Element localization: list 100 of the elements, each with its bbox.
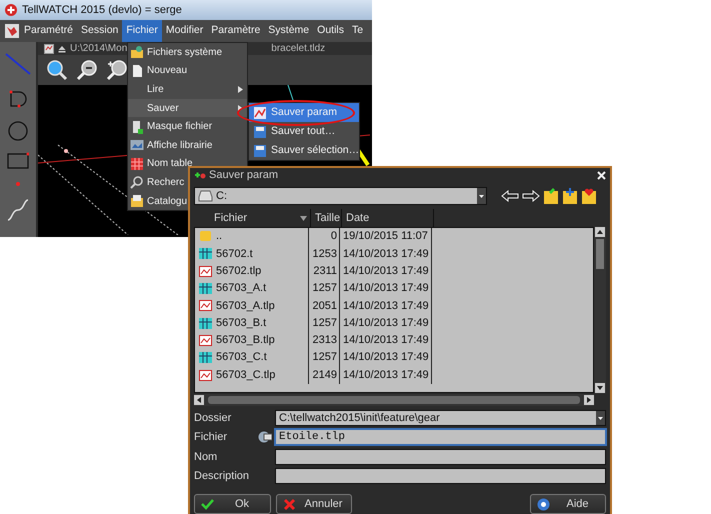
- drive-icon: [198, 190, 213, 202]
- folder-dropdown[interactable]: C:\tellwatch2015\init\feature\gear: [275, 410, 606, 426]
- menu-item[interactable]: Fichiers système: [128, 43, 247, 62]
- table-cell: 14/10/2013 17:49: [340, 332, 432, 350]
- table-file-icon: [198, 350, 213, 366]
- menu-item[interactable]: Paramètre: [207, 20, 264, 42]
- new-folder-icon[interactable]: [562, 187, 578, 205]
- chart-file-icon: [198, 332, 213, 348]
- table-cell: 14/10/2013 17:49: [340, 262, 432, 280]
- file-mask-icon: [130, 120, 144, 134]
- ok-button[interactable]: Ok: [194, 494, 271, 514]
- table-cell: 1257: [309, 314, 340, 332]
- help-button[interactable]: Aide: [530, 494, 606, 514]
- circle-tool-icon[interactable]: [7, 120, 29, 142]
- table-cell[interactable]: 56703_A.tlp: [195, 297, 309, 314]
- close-icon[interactable]: [597, 170, 606, 180]
- chart-file-icon: [198, 368, 213, 383]
- scroll-left-icon[interactable]: [194, 395, 204, 405]
- field-label: Dossier: [194, 410, 232, 426]
- menu-item[interactable]: Sauver: [128, 98, 247, 118]
- table-cell: 2313: [309, 332, 340, 350]
- table-cell[interactable]: 56702.t: [195, 245, 309, 263]
- menu-item[interactable]: Sauver sélection…: [249, 141, 359, 160]
- eject-icon[interactable]: [58, 44, 66, 52]
- cross-icon: [283, 498, 296, 510]
- menu-item[interactable]: Fichier: [122, 20, 162, 42]
- table-cell: 14/10/2013 17:49: [340, 245, 432, 263]
- document-name: bracelet.tldz: [271, 42, 326, 56]
- table-file-icon: [198, 316, 213, 331]
- table-file-icon: [198, 281, 213, 296]
- dialog-title: Sauver param: [209, 168, 278, 183]
- favorite-folder-icon[interactable]: [581, 187, 597, 205]
- zoom-out-icon[interactable]: [76, 59, 98, 81]
- table-file-icon: [198, 246, 213, 262]
- table-cell[interactable]: 56702.tlp: [195, 262, 309, 280]
- table-cell: 2149: [309, 366, 340, 384]
- save-icon: [253, 124, 267, 138]
- horizontal-scrollbar[interactable]: [194, 394, 594, 406]
- menu-item[interactable]: Paramétré: [20, 20, 78, 42]
- menu-item[interactable]: Sauver tout…: [249, 122, 359, 141]
- zoom-icon[interactable]: [46, 59, 68, 81]
- scroll-thumb[interactable]: [596, 239, 604, 269]
- arc-tool-icon[interactable]: [7, 88, 29, 110]
- table-cell: 1257: [309, 349, 340, 366]
- menu-item[interactable]: Système: [264, 20, 314, 42]
- menu-item[interactable]: Sauver param: [249, 103, 359, 122]
- new-document-icon: [130, 64, 144, 78]
- chart-file-icon: [198, 264, 213, 279]
- menu-item[interactable]: Masque fichier: [128, 117, 247, 136]
- table-cell[interactable]: 56703_C.tlp: [195, 366, 309, 384]
- save-parameters-icon: [253, 106, 267, 120]
- sort-arrow-icon: [300, 216, 307, 220]
- table-cell: 19/10/2015 11:07: [340, 228, 432, 246]
- menu-item[interactable]: Nouveau: [128, 62, 247, 80]
- check-icon: [201, 498, 214, 510]
- table-cell: 14/10/2013 17:49: [340, 297, 432, 314]
- drive-dropdown[interactable]: C:: [194, 187, 487, 205]
- search-icon: [130, 175, 144, 190]
- folder-icon[interactable]: [543, 187, 559, 205]
- scroll-up-icon[interactable]: [595, 227, 605, 237]
- curve-tool-icon[interactable]: [6, 198, 30, 222]
- menu-item[interactable]: Session: [77, 20, 122, 42]
- chart-file-icon: [198, 298, 213, 314]
- input-field[interactable]: [275, 468, 606, 484]
- menu-item[interactable]: Lire: [128, 80, 247, 99]
- table-cell[interactable]: 56703_B.t: [195, 314, 309, 332]
- back-arrow-icon[interactable]: [501, 190, 519, 202]
- menu-item[interactable]: Te: [348, 20, 368, 42]
- scroll-right-icon[interactable]: [584, 395, 594, 405]
- drive-label: C:: [216, 188, 227, 204]
- input-field[interactable]: [275, 448, 606, 465]
- table-icon: [130, 156, 144, 171]
- menu-item[interactable]: Outils: [313, 20, 348, 42]
- field-label: Nom: [194, 450, 218, 464]
- table-cell: 14/10/2013 17:49: [340, 349, 432, 366]
- table-cell[interactable]: 56703_B.tlp: [195, 332, 309, 350]
- column-header-label: Fichier: [213, 210, 248, 226]
- table-cell: 2311: [309, 262, 340, 280]
- window-title: TellWATCH 2015 (devlo) = serge: [22, 2, 182, 18]
- table-cell: 1253: [309, 245, 340, 263]
- field-label: Fichier: [194, 430, 228, 445]
- menu-item[interactable]: Affiche librairie: [128, 136, 247, 155]
- file-picker-icon[interactable]: [258, 431, 272, 444]
- catalog-icon: [130, 194, 144, 208]
- table-cell: 1257: [309, 280, 340, 298]
- vertical-scrollbar[interactable]: [594, 227, 606, 393]
- app-icon[interactable]: [4, 23, 20, 39]
- scroll-down-icon[interactable]: [595, 383, 605, 393]
- cancel-button[interactable]: Annuler: [276, 494, 352, 514]
- forward-arrow-icon[interactable]: [522, 190, 540, 202]
- table-cell[interactable]: 56703_C.t: [195, 349, 309, 366]
- table-cell: 14/10/2013 17:49: [340, 280, 432, 298]
- rectangle-tool-icon[interactable]: [7, 152, 29, 170]
- input-field[interactable]: Etoile.tlp: [275, 429, 606, 446]
- table-cell[interactable]: ..: [195, 228, 309, 246]
- library-icon: [130, 138, 144, 152]
- menu-item[interactable]: Modifier: [162, 20, 208, 42]
- zoom-in-icon[interactable]: [106, 59, 128, 81]
- table-cell[interactable]: 56703_A.t: [195, 280, 309, 298]
- dialog-icon: [194, 170, 206, 180]
